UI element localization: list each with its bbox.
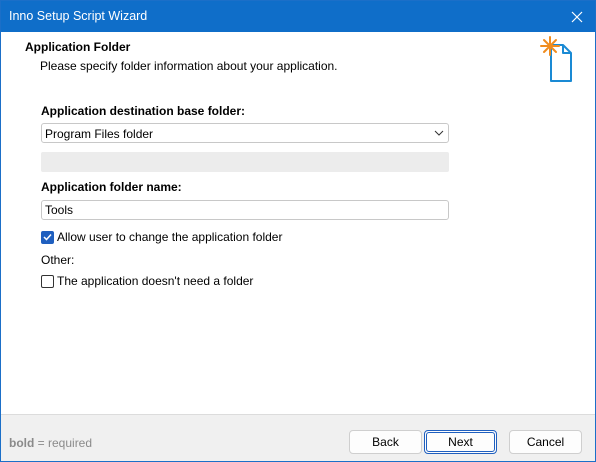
checkmark-icon (43, 233, 52, 241)
page-header: Application Folder Please specify folder… (1, 32, 595, 90)
custom-folder-field (41, 152, 449, 172)
title-bar: Inno Setup Script Wizard (1, 1, 595, 32)
required-hint-bold: bold (9, 436, 35, 450)
folder-name-input[interactable] (41, 200, 449, 220)
wizard-window: Inno Setup Script Wizard Application Fol… (0, 0, 596, 462)
chevron-down-icon (434, 130, 444, 136)
cancel-button[interactable]: Cancel (509, 430, 582, 454)
close-icon (571, 11, 583, 22)
window-title: Inno Setup Script Wizard (9, 9, 148, 23)
base-folder-combobox[interactable]: Program Files folder (41, 123, 449, 143)
allow-change-checkbox[interactable] (41, 230, 54, 244)
next-button[interactable]: Next (424, 430, 497, 454)
no-folder-checkbox[interactable] (41, 274, 54, 288)
no-folder-checkbox-row[interactable]: The application doesn't need a folder (41, 274, 253, 288)
required-hint: bold = required (9, 436, 92, 450)
wizard-page-icon (540, 36, 572, 82)
other-label: Other: (41, 253, 75, 267)
no-folder-label: The application doesn't need a folder (57, 274, 254, 288)
back-button[interactable]: Back (349, 430, 422, 454)
page-subtitle: Please specify folder information about … (40, 59, 338, 73)
allow-change-label: Allow user to change the application fol… (57, 230, 283, 244)
required-hint-text: = required (34, 436, 93, 450)
page-content: Application destination base folder: Pro… (1, 90, 595, 414)
allow-change-checkbox-row[interactable]: Allow user to change the application fol… (41, 230, 282, 244)
close-button[interactable] (559, 1, 595, 32)
folder-name-label: Application folder name: (41, 180, 182, 194)
page-title: Application Folder (25, 40, 131, 54)
base-folder-value: Program Files folder (45, 127, 154, 141)
footer-bar: bold = required Back Next Cancel (1, 414, 595, 461)
base-folder-label: Application destination base folder: (41, 104, 246, 118)
